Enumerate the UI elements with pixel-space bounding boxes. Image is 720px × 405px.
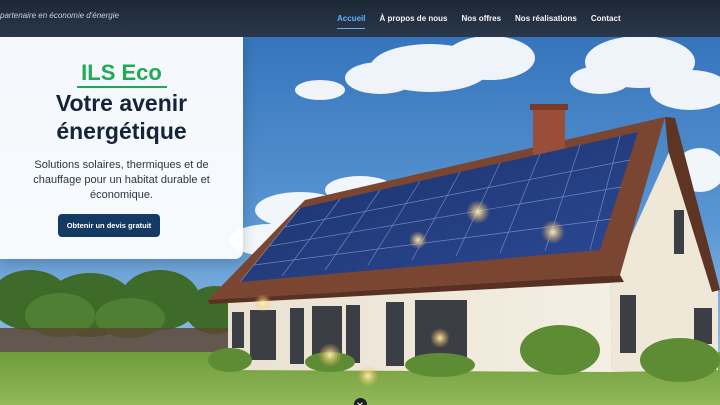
brand-name: ILS Eco: [76, 61, 167, 88]
site-tagline: partenaire en économie d'énergie: [0, 11, 119, 20]
main-nav: Accueil À propos de nous Nos offres Nos …: [337, 0, 635, 37]
nav-item-nos-realisations[interactable]: Nos réalisations: [515, 14, 577, 23]
quote-cta-button[interactable]: Obtenir un devis gratuit: [58, 214, 160, 237]
top-navigation-bar: partenaire en économie d'énergie Accueil…: [0, 0, 720, 37]
hero-subtitle: Solutions solaires, thermiques et de cha…: [33, 159, 210, 201]
hero-headline: Votre avenir énergétique: [0, 89, 243, 145]
nav-item-a-propos[interactable]: À propos de nous: [379, 14, 447, 23]
headline-line-1: Votre avenir: [55, 90, 188, 116]
headline-line-2: énergétique: [56, 118, 187, 144]
nav-item-accueil[interactable]: Accueil: [337, 14, 366, 29]
hero-card: ILS Eco Votre avenir énergétique Solutio…: [0, 37, 243, 259]
nav-item-contact[interactable]: Contact: [591, 14, 621, 23]
nav-item-nos-offres[interactable]: Nos offres: [461, 14, 501, 23]
chevron-down-icon[interactable]: [354, 398, 367, 405]
